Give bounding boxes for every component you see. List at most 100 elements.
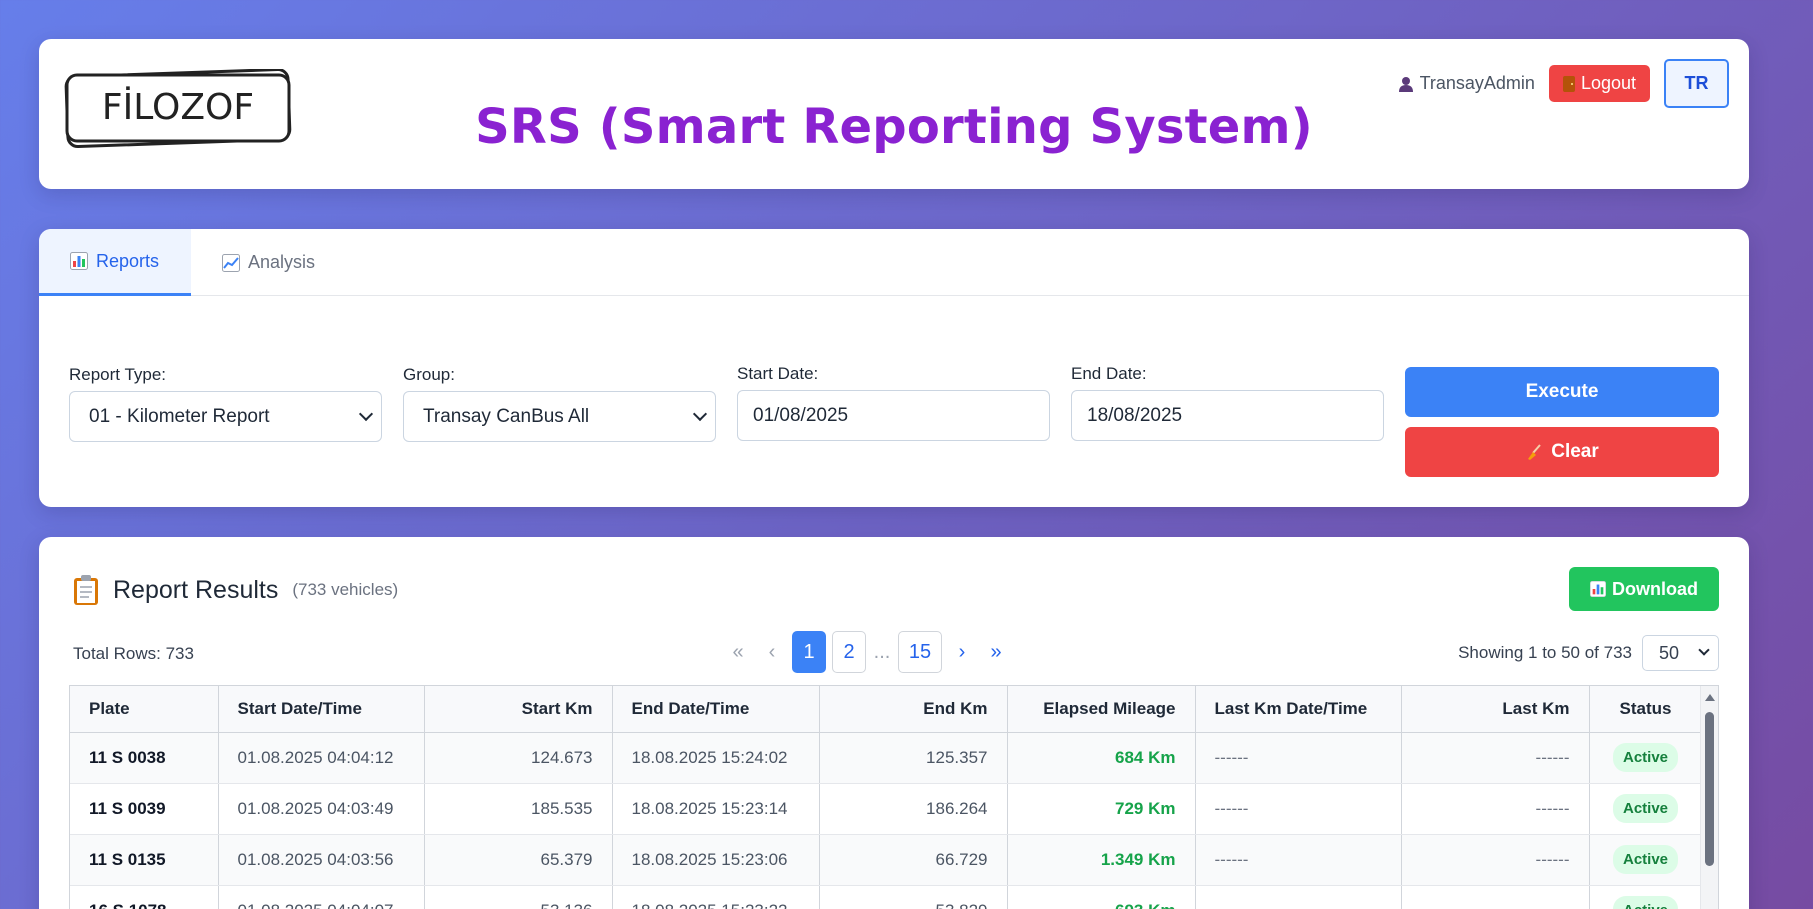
cell-elapsed-mileage: 1.349 Km bbox=[1007, 834, 1196, 886]
start-date-field: Start Date: 01/08/2025 bbox=[737, 364, 1050, 441]
col-end-km[interactable]: End Km bbox=[819, 686, 1008, 733]
cell-start-datetime: 01.08.2025 04:04:12 bbox=[218, 732, 425, 784]
cell-plate: 11 S 0038 bbox=[70, 732, 219, 784]
bar-chart-icon bbox=[1590, 581, 1606, 597]
page-1-button[interactable]: 1 bbox=[792, 631, 826, 673]
execute-button[interactable]: Execute bbox=[1405, 367, 1719, 417]
cell-end-km: 125.357 bbox=[819, 732, 1008, 784]
logout-button[interactable]: Logout bbox=[1548, 65, 1650, 102]
cell-start-km: 53.136 bbox=[424, 885, 613, 909]
table-scrollbar[interactable] bbox=[1700, 686, 1718, 909]
status-badge: Active bbox=[1612, 743, 1679, 772]
cell-end-km: 53.829 bbox=[819, 885, 1008, 909]
col-last-km-datetime[interactable]: Last Km Date/Time bbox=[1195, 686, 1402, 733]
cell-last-km-datetime: ------ bbox=[1195, 783, 1402, 835]
header-card: FİLOZOF SRS (Smart Reporting System) Tra… bbox=[39, 39, 1749, 189]
cell-status: Active bbox=[1589, 732, 1703, 784]
total-rows: Total Rows: 733 bbox=[73, 644, 194, 663]
last-page-button[interactable]: » bbox=[982, 631, 1010, 673]
table-row[interactable]: 11 S 0038 01.08.2025 04:04:12 124.673 18… bbox=[70, 732, 1703, 784]
tab-analysis[interactable]: Analysis bbox=[191, 229, 347, 296]
status-badge: Active bbox=[1612, 794, 1679, 823]
cell-elapsed-mileage: 729 Km bbox=[1007, 783, 1196, 835]
cell-last-km: ------ bbox=[1401, 732, 1590, 784]
start-date-input[interactable]: 01/08/2025 bbox=[737, 390, 1050, 441]
status-badge: Active bbox=[1612, 845, 1679, 874]
cell-elapsed-mileage: 684 Km bbox=[1007, 732, 1196, 784]
start-date-label: Start Date: bbox=[737, 364, 819, 383]
table-row[interactable]: 11 S 0039 01.08.2025 04:03:49 185.535 18… bbox=[70, 783, 1703, 835]
cell-end-km: 186.264 bbox=[819, 783, 1008, 835]
cell-last-km-datetime: ------ bbox=[1195, 885, 1402, 909]
tab-reports-label: Reports bbox=[96, 250, 160, 271]
scrollbar-thumb[interactable] bbox=[1705, 712, 1714, 866]
end-date-input[interactable]: 18/08/2025 bbox=[1071, 390, 1384, 441]
cell-status: Active bbox=[1589, 885, 1703, 909]
language-button[interactable]: TR bbox=[1664, 59, 1729, 108]
cell-start-datetime: 01.08.2025 04:03:56 bbox=[218, 834, 425, 886]
line-chart-icon bbox=[222, 253, 241, 272]
results-table: Plate Start Date/Time Start Km End Date/… bbox=[70, 686, 1703, 909]
report-type-field: Report Type: 01 - Kilometer Report bbox=[69, 365, 382, 442]
tab-reports[interactable]: Reports bbox=[39, 229, 192, 296]
user-info: TransayAdmin bbox=[1398, 73, 1535, 94]
chevron-down-icon bbox=[1698, 644, 1710, 656]
col-last-km[interactable]: Last Km bbox=[1401, 686, 1590, 733]
table-row[interactable]: 11 S 0135 01.08.2025 04:03:56 65.379 18.… bbox=[70, 834, 1703, 886]
tab-analysis-label: Analysis bbox=[248, 252, 316, 272]
end-date-label: End Date: bbox=[1071, 364, 1147, 383]
download-button[interactable]: Download bbox=[1569, 567, 1719, 611]
cell-elapsed-mileage: 693 Km bbox=[1007, 885, 1196, 909]
report-type-select[interactable]: 01 - Kilometer Report bbox=[69, 391, 382, 442]
prev-page-button[interactable]: ‹ bbox=[758, 631, 786, 673]
clear-label: Clear bbox=[1551, 441, 1599, 462]
cell-start-km: 124.673 bbox=[424, 732, 613, 784]
col-elapsed-mileage[interactable]: Elapsed Mileage bbox=[1007, 686, 1196, 733]
logout-label: Logout bbox=[1580, 73, 1636, 93]
next-page-button[interactable]: › bbox=[948, 631, 976, 673]
results-header: Report Results (733 vehicles) bbox=[73, 574, 398, 606]
cell-plate: 11 S 0135 bbox=[70, 834, 219, 886]
col-plate[interactable]: Plate bbox=[70, 686, 219, 733]
cell-last-km: ------ bbox=[1401, 885, 1590, 909]
clipboard-icon bbox=[74, 575, 98, 605]
col-status[interactable]: Status bbox=[1589, 686, 1703, 733]
results-count: (733 vehicles) bbox=[292, 580, 399, 599]
cell-plate: 16 S 1078 bbox=[70, 885, 219, 909]
door-icon bbox=[1562, 75, 1575, 92]
showing-info: Showing 1 to 50 of 733 50 bbox=[1458, 635, 1719, 671]
col-end-datetime[interactable]: End Date/Time bbox=[612, 686, 820, 733]
page-15-button[interactable]: 15 bbox=[898, 631, 942, 673]
status-badge: Active bbox=[1612, 896, 1679, 909]
group-select[interactable]: Transay CanBus All bbox=[403, 391, 716, 442]
clear-button[interactable]: Clear bbox=[1405, 427, 1719, 477]
cell-last-km-datetime: ------ bbox=[1195, 732, 1402, 784]
end-date-field: End Date: 18/08/2025 bbox=[1071, 364, 1384, 441]
user-icon bbox=[1398, 76, 1413, 92]
cell-end-datetime: 18.08.2025 15:23:14 bbox=[612, 783, 820, 835]
cell-end-datetime: 18.08.2025 15:24:02 bbox=[612, 732, 820, 784]
download-label: Download bbox=[1612, 578, 1698, 599]
col-start-km[interactable]: Start Km bbox=[424, 686, 613, 733]
broom-icon bbox=[1528, 444, 1541, 460]
first-page-button[interactable]: « bbox=[724, 631, 752, 673]
cell-start-km: 185.535 bbox=[424, 783, 613, 835]
pagination-ellipsis: ... bbox=[873, 640, 891, 663]
cell-end-km: 66.729 bbox=[819, 834, 1008, 886]
scroll-up-icon[interactable] bbox=[1705, 694, 1715, 701]
cell-last-km: ------ bbox=[1401, 834, 1590, 886]
group-value: Transay CanBus All bbox=[423, 405, 590, 427]
end-date-value: 18/08/2025 bbox=[1087, 404, 1183, 426]
col-start-datetime[interactable]: Start Date/Time bbox=[218, 686, 425, 733]
page-2-button[interactable]: 2 bbox=[832, 631, 866, 673]
pagination: « ‹ 1 2 ... 15 › » bbox=[724, 631, 1010, 673]
cell-start-datetime: 01.08.2025 04:03:49 bbox=[218, 783, 425, 835]
page-size-select[interactable]: 50 bbox=[1642, 635, 1719, 671]
cell-plate: 11 S 0039 bbox=[70, 783, 219, 835]
cell-start-datetime: 01.08.2025 04:04:07 bbox=[218, 885, 425, 909]
start-date-value: 01/08/2025 bbox=[753, 404, 849, 426]
table-row[interactable]: 16 S 1078 01.08.2025 04:04:07 53.136 18.… bbox=[70, 885, 1703, 909]
results-table-wrapper: Plate Start Date/Time Start Km End Date/… bbox=[69, 685, 1719, 909]
page-size-value: 50 bbox=[1659, 642, 1680, 663]
table-header-row: Plate Start Date/Time Start Km End Date/… bbox=[70, 686, 1703, 733]
